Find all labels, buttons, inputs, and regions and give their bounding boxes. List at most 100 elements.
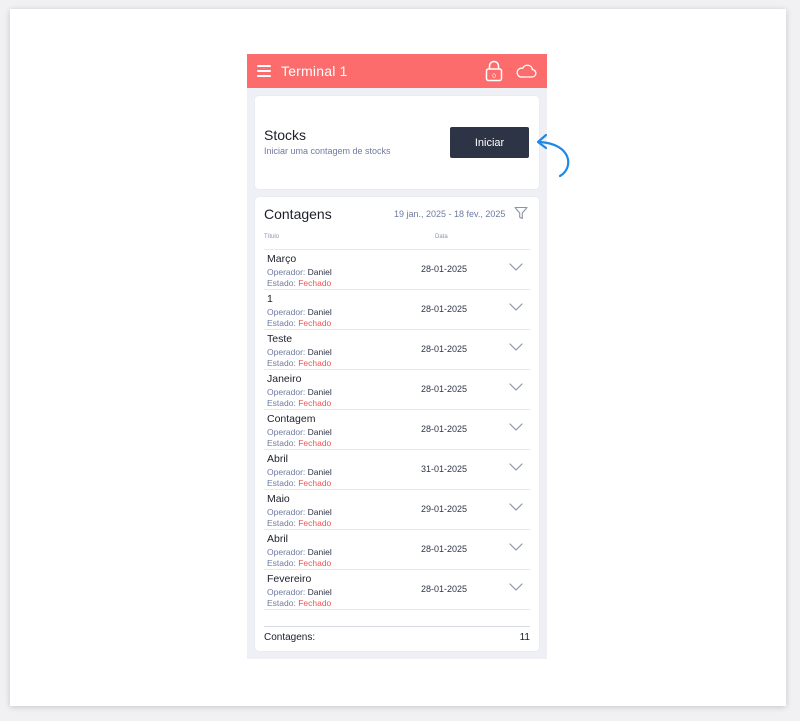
state-value: Fechado: [298, 278, 332, 288]
menu-icon[interactable]: [257, 65, 271, 77]
count-date: 28-01-2025: [421, 384, 468, 394]
chevron-down-icon[interactable]: [509, 582, 523, 592]
count-title: Contagem: [267, 413, 316, 425]
state-label: Estado:: [267, 478, 296, 488]
operator-label: Operador:: [267, 547, 306, 557]
footer-divider: [264, 626, 530, 627]
chevron-down-icon[interactable]: [509, 342, 523, 352]
list-item[interactable]: Janeiro Operador: Daniel Estado: Fechado 28…: [264, 370, 530, 410]
count-date: 28-01-2025: [421, 304, 468, 314]
count-date: 29-01-2025: [421, 504, 468, 514]
count-date: 28-01-2025: [421, 584, 468, 594]
count-title: Abril: [267, 453, 289, 465]
count-date: 28-01-2025: [421, 544, 468, 554]
operator-value: Daniel: [307, 547, 332, 557]
count-state: Estado: Fechado: [267, 558, 331, 568]
chevron-down-icon[interactable]: [509, 502, 523, 512]
count-title: Teste: [267, 333, 293, 345]
operator-label: Operador:: [267, 507, 306, 517]
operator-value: Daniel: [307, 507, 332, 517]
lock-icon[interactable]: 0: [483, 60, 505, 82]
count-date: 28-01-2025: [421, 424, 468, 434]
list-item[interactable]: 1 Operador: Daniel Estado: Fechado 28-01-20…: [264, 290, 530, 330]
count-title: Abril: [267, 533, 289, 545]
operator-label: Operador:: [267, 587, 306, 597]
chevron-down-icon[interactable]: [509, 262, 523, 272]
operator-value: Daniel: [307, 347, 332, 357]
list-item[interactable]: Teste Operador: Daniel Estado: Fechado 28-0…: [264, 330, 530, 370]
counts-title: Contagens: [264, 206, 332, 222]
chevron-down-icon[interactable]: [509, 302, 523, 312]
count-title: Janeiro: [267, 373, 302, 385]
lock-badge: 0: [492, 73, 496, 80]
count-date: 31-01-2025: [421, 464, 468, 474]
list-item[interactable]: Abril Operador: Daniel Estado: Fechado 31-0…: [264, 450, 530, 490]
state-value: Fechado: [298, 478, 332, 488]
stocks-subtitle: Iniciar uma contagem de stocks: [264, 146, 391, 156]
counts-card: Contagens 19 jan., 2025 - 18 fev., 2025 …: [255, 197, 539, 651]
count-operator: Operador: Daniel: [267, 507, 332, 517]
state-label: Estado:: [267, 398, 296, 408]
state-value: Fechado: [298, 318, 332, 328]
count-state: Estado: Fechado: [267, 398, 331, 408]
chevron-down-icon[interactable]: [509, 422, 523, 432]
list-item[interactable]: Março Operador: Daniel Estado: Fechado 28-0…: [264, 250, 530, 290]
top-bar: Terminal 1 0: [247, 54, 547, 88]
operator-label: Operador:: [267, 387, 306, 397]
list-item[interactable]: Contagem Operador: Daniel Estado: Fechado 2…: [264, 410, 530, 450]
state-label: Estado:: [267, 518, 296, 528]
state-label: Estado:: [267, 438, 296, 448]
count-state: Estado: Fechado: [267, 438, 331, 448]
state-value: Fechado: [298, 438, 332, 448]
operator-value: Daniel: [307, 427, 332, 437]
state-value: Fechado: [298, 518, 332, 528]
operator-value: Daniel: [307, 267, 332, 277]
state-value: Fechado: [298, 398, 332, 408]
chevron-down-icon[interactable]: [509, 382, 523, 392]
count-state: Estado: Fechado: [267, 318, 331, 328]
state-label: Estado:: [267, 558, 296, 568]
curved-arrow-icon: [536, 133, 570, 178]
cloud-icon[interactable]: [515, 60, 537, 82]
count-operator: Operador: Daniel: [267, 467, 332, 477]
state-value: Fechado: [298, 558, 332, 568]
operator-value: Daniel: [307, 307, 332, 317]
count-title: Março: [267, 253, 297, 265]
count-operator: Operador: Daniel: [267, 427, 332, 437]
count-operator: Operador: Daniel: [267, 347, 332, 357]
count-title: 1: [267, 293, 273, 305]
list-item[interactable]: Abril Operador: Daniel Estado: Fechado 28-0…: [264, 530, 530, 570]
stocks-title: Stocks: [264, 127, 307, 143]
counts-total-label: Contagens:: [264, 632, 316, 643]
count-date: 28-01-2025: [421, 344, 468, 354]
count-date: 28-01-2025: [421, 264, 468, 274]
chevron-down-icon[interactable]: [509, 542, 523, 552]
counts-list: Março Operador: Daniel Estado: Fechado 28-0…: [264, 250, 530, 616]
stocks-card: Stocks Iniciar uma contagem de stocks In…: [255, 96, 539, 189]
operator-value: Daniel: [307, 467, 332, 477]
count-operator: Operador: Daniel: [267, 307, 332, 317]
date-range[interactable]: 19 jan., 2025 - 18 fev., 2025: [394, 209, 505, 219]
counts-total-value: 11: [519, 632, 530, 643]
operator-label: Operador:: [267, 427, 306, 437]
operator-value: Daniel: [307, 587, 332, 597]
count-title: Fevereiro: [267, 573, 312, 585]
state-label: Estado:: [267, 278, 296, 288]
state-label: Estado:: [267, 358, 296, 368]
operator-value: Daniel: [307, 387, 332, 397]
count-title: Maio: [267, 493, 290, 505]
terminal-title: Terminal 1: [281, 63, 348, 79]
start-count-button[interactable]: Iniciar: [450, 127, 529, 158]
count-state: Estado: Fechado: [267, 478, 331, 488]
list-item[interactable]: Maio Operador: Daniel Estado: Fechado 29-01…: [264, 490, 530, 530]
column-title-header: Título: [264, 234, 280, 240]
count-state: Estado: Fechado: [267, 518, 331, 528]
count-operator: Operador: Daniel: [267, 267, 332, 277]
count-state: Estado: Fechado: [267, 278, 331, 288]
filter-icon[interactable]: [514, 206, 528, 220]
state-value: Fechado: [298, 598, 332, 608]
operator-label: Operador:: [267, 307, 306, 317]
chevron-down-icon[interactable]: [509, 462, 523, 472]
count-state: Estado: Fechado: [267, 598, 331, 608]
list-item[interactable]: Fevereiro Operador: Daniel Estado: Fechado…: [264, 570, 530, 610]
